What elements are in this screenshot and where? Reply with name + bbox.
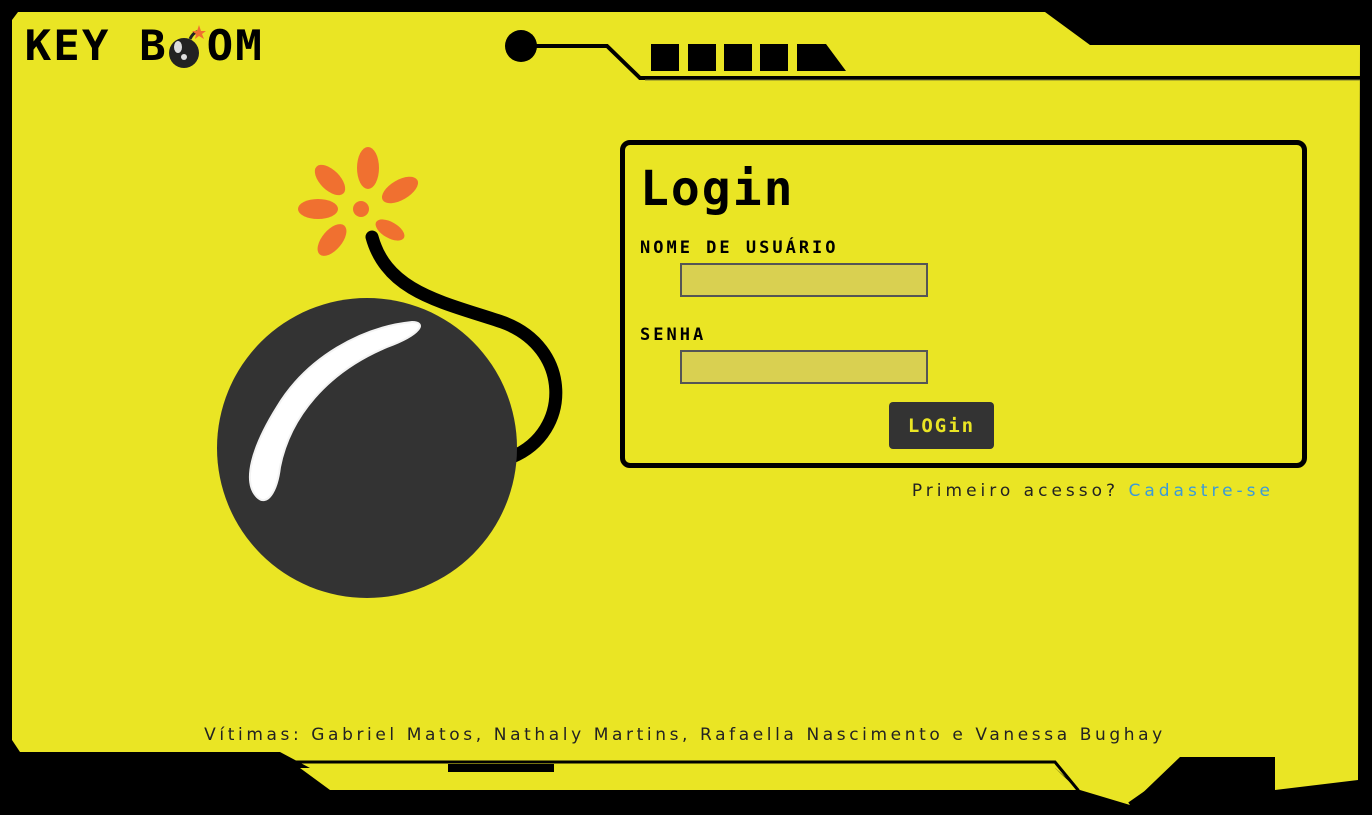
logo[interactable]: KEY B OM (24, 21, 265, 70)
bottom-strip (300, 768, 1078, 790)
logo-text-part1: KEY B (24, 21, 168, 70)
bomb-illustration-icon (217, 147, 563, 598)
signup-prompt-text: Primeiro acesso? (911, 481, 1129, 501)
circuit-block-4 (760, 44, 788, 71)
circuit-block-3 (724, 44, 752, 71)
circuit-block-2 (688, 44, 716, 71)
login-title: Login (640, 161, 795, 217)
logo-text-part2: OM (207, 21, 265, 70)
signup-prompt: Primeiro acesso? Cadastre-se (912, 481, 1274, 501)
footer: Vítimas: Gabriel Matos, Nathaly Martins,… (0, 725, 1372, 745)
login-button[interactable]: LOGin (889, 402, 994, 449)
bottom-block (448, 764, 554, 772)
signup-link[interactable]: Cadastre-se (1128, 481, 1274, 501)
bomb-spark (298, 147, 419, 256)
password-input[interactable] (680, 350, 928, 384)
username-input[interactable] (680, 263, 928, 297)
password-label: Senha (640, 325, 707, 345)
bomb-icon (169, 25, 207, 68)
circuit-block-1 (651, 44, 679, 71)
username-label: Nome de usuário (640, 238, 839, 258)
footer-credits-text: Vítimas: Gabriel Matos, Nathaly Martins,… (204, 725, 1166, 745)
login-form: Login Nome de usuário Senha LOGin (620, 140, 1307, 468)
